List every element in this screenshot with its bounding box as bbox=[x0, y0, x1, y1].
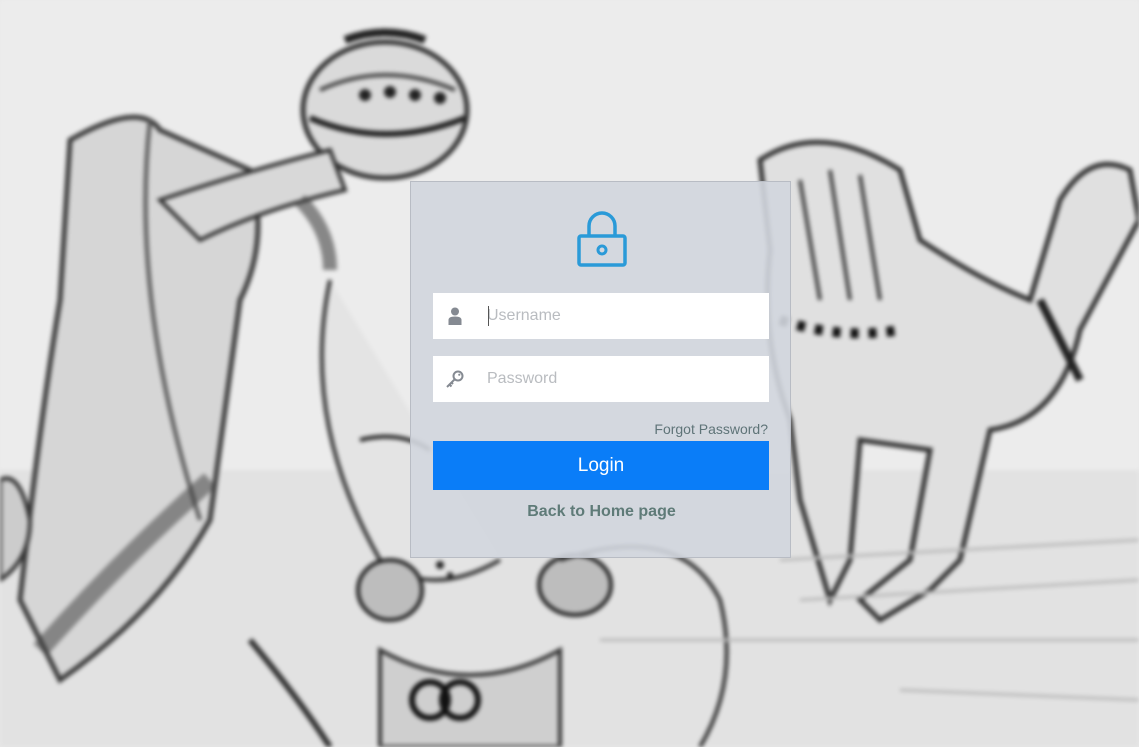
user-icon bbox=[433, 293, 477, 339]
back-to-home-link[interactable]: Back to Home page bbox=[411, 503, 792, 521]
key-icon bbox=[433, 356, 477, 402]
text-cursor bbox=[488, 306, 489, 326]
login-card: Forgot Password? Login Back to Home page bbox=[410, 181, 791, 558]
forgot-password-link[interactable]: Forgot Password? bbox=[654, 421, 768, 437]
password-field[interactable] bbox=[433, 356, 769, 402]
username-field[interactable] bbox=[433, 293, 769, 339]
lock-icon bbox=[577, 210, 627, 268]
username-input[interactable] bbox=[477, 296, 769, 336]
password-input[interactable] bbox=[477, 359, 769, 399]
login-button[interactable]: Login bbox=[433, 441, 769, 490]
